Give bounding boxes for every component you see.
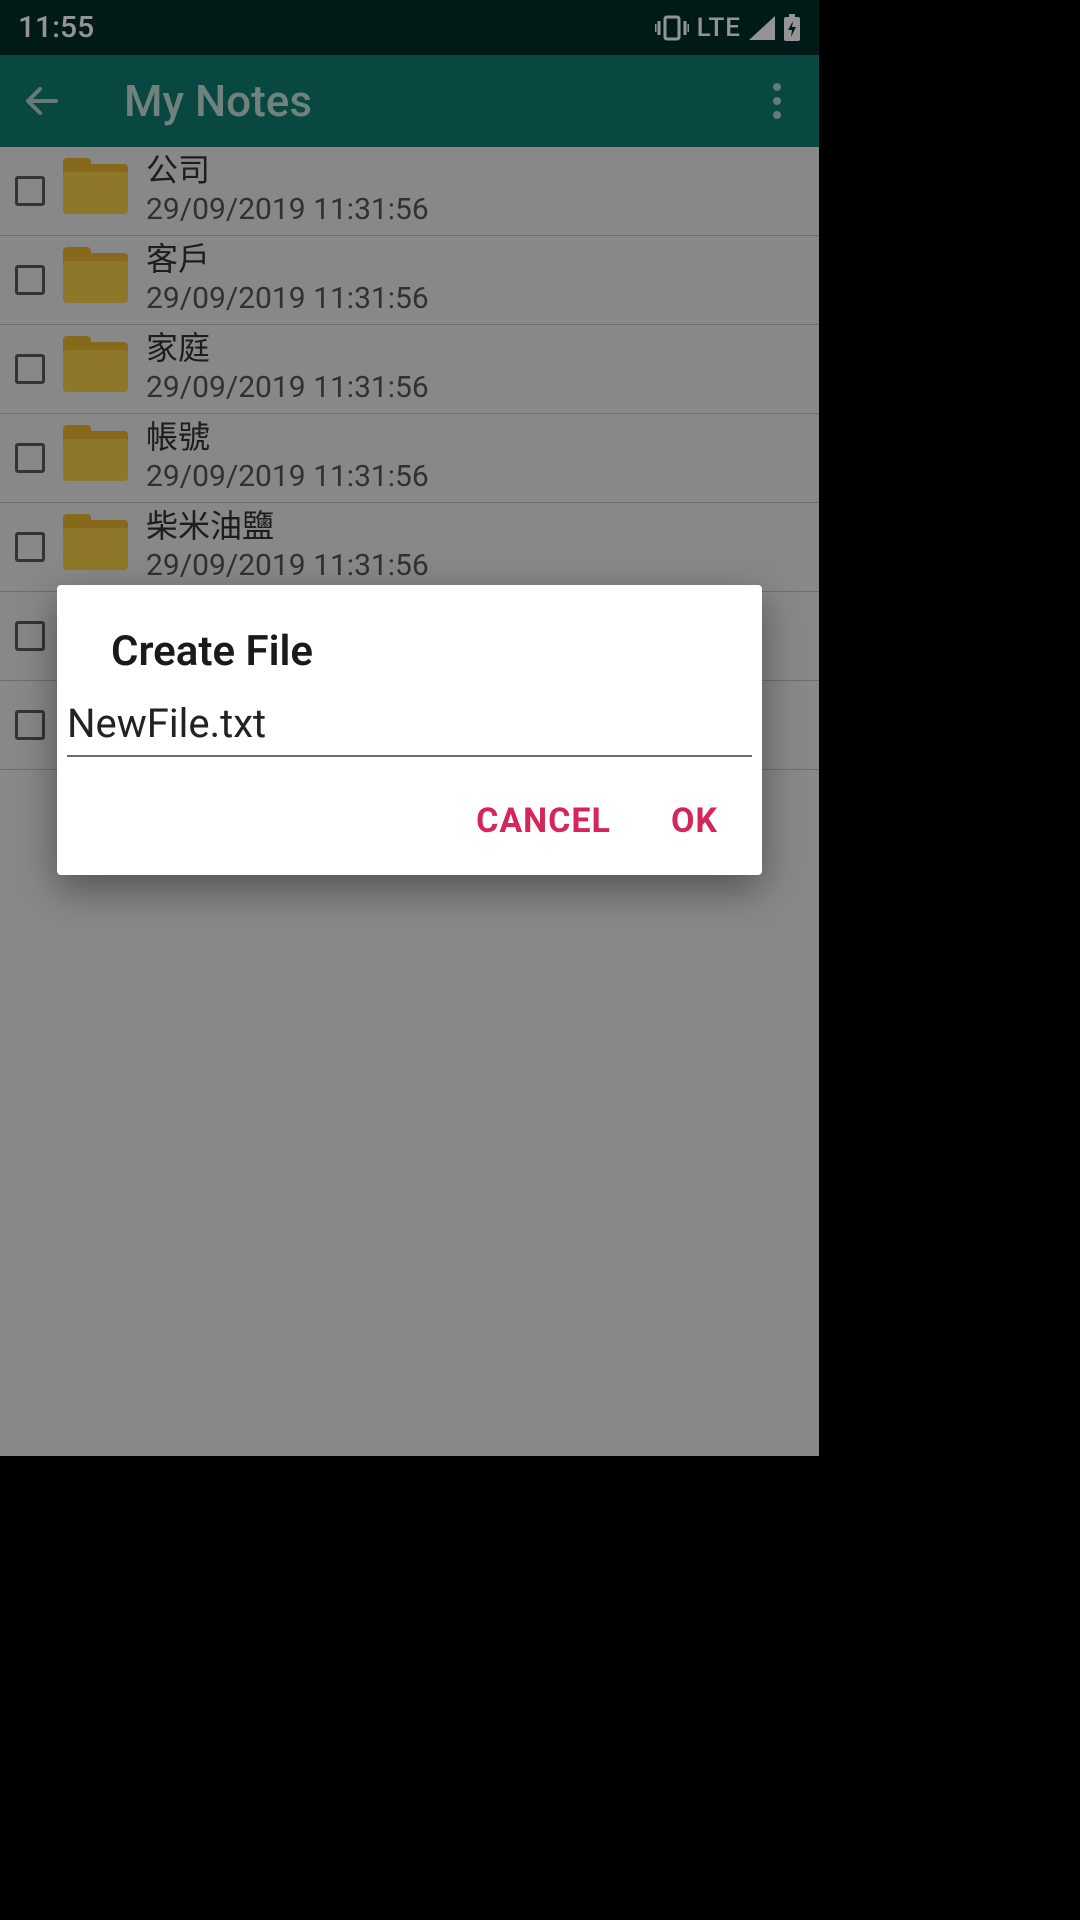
filename-input[interactable] bbox=[67, 694, 752, 757]
dialog-input-wrap bbox=[57, 694, 762, 757]
create-file-dialog: Create File CANCEL OK bbox=[57, 585, 762, 875]
dialog-actions: CANCEL OK bbox=[57, 757, 762, 857]
screen: 11:55 LTE bbox=[0, 0, 819, 1456]
dialog-title: Create File bbox=[57, 585, 762, 694]
ok-button[interactable]: OK bbox=[671, 801, 718, 841]
cancel-button[interactable]: CANCEL bbox=[476, 801, 611, 841]
